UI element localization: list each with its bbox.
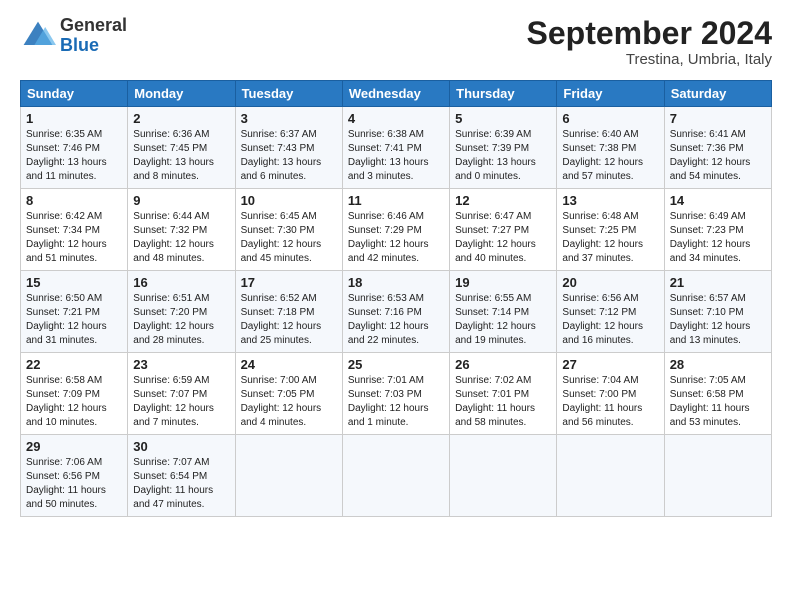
- header-row: Sunday Monday Tuesday Wednesday Thursday…: [21, 81, 772, 107]
- col-wednesday: Wednesday: [342, 81, 449, 107]
- day-13: 13 Sunrise: 6:48 AMSunset: 7:25 PMDaylig…: [557, 189, 664, 271]
- week-row-1: 1 Sunrise: 6:35 AMSunset: 7:46 PMDayligh…: [21, 107, 772, 189]
- day-10: 10 Sunrise: 6:45 AMSunset: 7:30 PMDaylig…: [235, 189, 342, 271]
- calendar-table: Sunday Monday Tuesday Wednesday Thursday…: [20, 80, 772, 517]
- empty-cell-1: [235, 435, 342, 517]
- day-21: 21 Sunrise: 6:57 AMSunset: 7:10 PMDaylig…: [664, 271, 771, 353]
- day-3: 3 Sunrise: 6:37 AMSunset: 7:43 PMDayligh…: [235, 107, 342, 189]
- week-row-2: 8 Sunrise: 6:42 AMSunset: 7:34 PMDayligh…: [21, 189, 772, 271]
- empty-cell-5: [664, 435, 771, 517]
- day-22: 22 Sunrise: 6:58 AMSunset: 7:09 PMDaylig…: [21, 353, 128, 435]
- day-17: 17 Sunrise: 6:52 AMSunset: 7:18 PMDaylig…: [235, 271, 342, 353]
- month-title: September 2024: [527, 16, 772, 51]
- day-28: 28 Sunrise: 7:05 AMSunset: 6:58 PMDaylig…: [664, 353, 771, 435]
- col-sunday: Sunday: [21, 81, 128, 107]
- day-25: 25 Sunrise: 7:01 AMSunset: 7:03 PMDaylig…: [342, 353, 449, 435]
- logo-icon: [20, 18, 56, 54]
- day-11: 11 Sunrise: 6:46 AMSunset: 7:29 PMDaylig…: [342, 189, 449, 271]
- day-20: 20 Sunrise: 6:56 AMSunset: 7:12 PMDaylig…: [557, 271, 664, 353]
- day-5: 5 Sunrise: 6:39 AMSunset: 7:39 PMDayligh…: [450, 107, 557, 189]
- day-29: 29 Sunrise: 7:06 AMSunset: 6:56 PMDaylig…: [21, 435, 128, 517]
- empty-cell-4: [557, 435, 664, 517]
- empty-cell-3: [450, 435, 557, 517]
- page: General Blue September 2024 Trestina, Um…: [0, 0, 792, 527]
- logo-blue: Blue: [60, 36, 127, 56]
- day-8: 8 Sunrise: 6:42 AMSunset: 7:34 PMDayligh…: [21, 189, 128, 271]
- day-23: 23 Sunrise: 6:59 AMSunset: 7:07 PMDaylig…: [128, 353, 235, 435]
- day-2: 2 Sunrise: 6:36 AMSunset: 7:45 PMDayligh…: [128, 107, 235, 189]
- col-saturday: Saturday: [664, 81, 771, 107]
- week-row-5: 29 Sunrise: 7:06 AMSunset: 6:56 PMDaylig…: [21, 435, 772, 517]
- location-subtitle: Trestina, Umbria, Italy: [527, 51, 772, 68]
- day-4: 4 Sunrise: 6:38 AMSunset: 7:41 PMDayligh…: [342, 107, 449, 189]
- day-6: 6 Sunrise: 6:40 AMSunset: 7:38 PMDayligh…: [557, 107, 664, 189]
- day-27: 27 Sunrise: 7:04 AMSunset: 7:00 PMDaylig…: [557, 353, 664, 435]
- header: General Blue September 2024 Trestina, Um…: [20, 16, 772, 68]
- title-block: September 2024 Trestina, Umbria, Italy: [527, 16, 772, 68]
- day-1: 1 Sunrise: 6:35 AMSunset: 7:46 PMDayligh…: [21, 107, 128, 189]
- col-friday: Friday: [557, 81, 664, 107]
- logo-general: General: [60, 16, 127, 36]
- col-tuesday: Tuesday: [235, 81, 342, 107]
- day-9: 9 Sunrise: 6:44 AMSunset: 7:32 PMDayligh…: [128, 189, 235, 271]
- day-12: 12 Sunrise: 6:47 AMSunset: 7:27 PMDaylig…: [450, 189, 557, 271]
- day-18: 18 Sunrise: 6:53 AMSunset: 7:16 PMDaylig…: [342, 271, 449, 353]
- day-24: 24 Sunrise: 7:00 AMSunset: 7:05 PMDaylig…: [235, 353, 342, 435]
- col-thursday: Thursday: [450, 81, 557, 107]
- week-row-4: 22 Sunrise: 6:58 AMSunset: 7:09 PMDaylig…: [21, 353, 772, 435]
- logo-text: General Blue: [60, 16, 127, 56]
- col-monday: Monday: [128, 81, 235, 107]
- day-14: 14 Sunrise: 6:49 AMSunset: 7:23 PMDaylig…: [664, 189, 771, 271]
- logo: General Blue: [20, 16, 127, 56]
- day-30: 30 Sunrise: 7:07 AMSunset: 6:54 PMDaylig…: [128, 435, 235, 517]
- empty-cell-2: [342, 435, 449, 517]
- day-15: 15 Sunrise: 6:50 AMSunset: 7:21 PMDaylig…: [21, 271, 128, 353]
- day-19: 19 Sunrise: 6:55 AMSunset: 7:14 PMDaylig…: [450, 271, 557, 353]
- day-16: 16 Sunrise: 6:51 AMSunset: 7:20 PMDaylig…: [128, 271, 235, 353]
- week-row-3: 15 Sunrise: 6:50 AMSunset: 7:21 PMDaylig…: [21, 271, 772, 353]
- day-7: 7 Sunrise: 6:41 AMSunset: 7:36 PMDayligh…: [664, 107, 771, 189]
- day-26: 26 Sunrise: 7:02 AMSunset: 7:01 PMDaylig…: [450, 353, 557, 435]
